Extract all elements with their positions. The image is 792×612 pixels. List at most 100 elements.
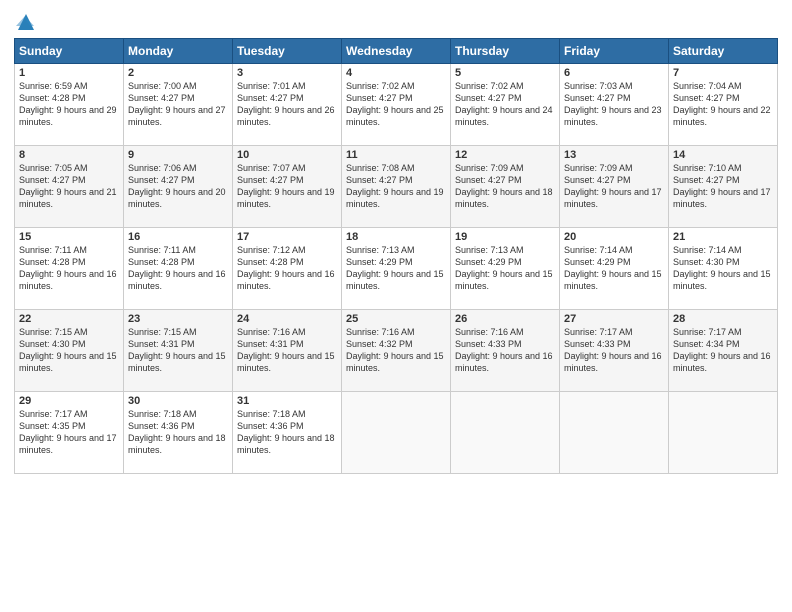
cell-info: Sunrise: 7:12 AMSunset: 4:28 PMDaylight:… — [237, 245, 335, 291]
calendar-header-friday: Friday — [560, 39, 669, 64]
cell-info: Sunrise: 7:11 AMSunset: 4:28 PMDaylight:… — [19, 245, 117, 291]
cell-info: Sunrise: 7:11 AMSunset: 4:28 PMDaylight:… — [128, 245, 226, 291]
day-number: 14 — [673, 149, 773, 161]
calendar-header-thursday: Thursday — [451, 39, 560, 64]
calendar-week-4: 22 Sunrise: 7:15 AMSunset: 4:30 PMDaylig… — [15, 310, 778, 392]
calendar-header-tuesday: Tuesday — [233, 39, 342, 64]
day-number: 7 — [673, 67, 773, 79]
cell-info: Sunrise: 7:15 AMSunset: 4:30 PMDaylight:… — [19, 327, 117, 373]
calendar-cell: 2 Sunrise: 7:00 AMSunset: 4:27 PMDayligh… — [124, 64, 233, 146]
calendar-cell: 7 Sunrise: 7:04 AMSunset: 4:27 PMDayligh… — [669, 64, 778, 146]
cell-info: Sunrise: 7:15 AMSunset: 4:31 PMDaylight:… — [128, 327, 226, 373]
day-number: 16 — [128, 231, 228, 243]
day-number: 8 — [19, 149, 119, 161]
day-number: 6 — [564, 67, 664, 79]
calendar-cell: 27 Sunrise: 7:17 AMSunset: 4:33 PMDaylig… — [560, 310, 669, 392]
day-number: 1 — [19, 67, 119, 79]
calendar-cell: 10 Sunrise: 7:07 AMSunset: 4:27 PMDaylig… — [233, 146, 342, 228]
calendar-cell: 30 Sunrise: 7:18 AMSunset: 4:36 PMDaylig… — [124, 392, 233, 474]
calendar-cell: 15 Sunrise: 7:11 AMSunset: 4:28 PMDaylig… — [15, 228, 124, 310]
cell-info: Sunrise: 7:02 AMSunset: 4:27 PMDaylight:… — [346, 81, 444, 127]
calendar-cell: 31 Sunrise: 7:18 AMSunset: 4:36 PMDaylig… — [233, 392, 342, 474]
day-number: 29 — [19, 395, 119, 407]
day-number: 11 — [346, 149, 446, 161]
day-number: 17 — [237, 231, 337, 243]
cell-info: Sunrise: 7:17 AMSunset: 4:34 PMDaylight:… — [673, 327, 771, 373]
calendar-cell: 16 Sunrise: 7:11 AMSunset: 4:28 PMDaylig… — [124, 228, 233, 310]
cell-info: Sunrise: 7:16 AMSunset: 4:33 PMDaylight:… — [455, 327, 553, 373]
calendar-cell: 18 Sunrise: 7:13 AMSunset: 4:29 PMDaylig… — [342, 228, 451, 310]
cell-info: Sunrise: 7:09 AMSunset: 4:27 PMDaylight:… — [455, 163, 553, 209]
calendar-header-monday: Monday — [124, 39, 233, 64]
cell-info: Sunrise: 7:17 AMSunset: 4:35 PMDaylight:… — [19, 409, 117, 455]
calendar-cell: 21 Sunrise: 7:14 AMSunset: 4:30 PMDaylig… — [669, 228, 778, 310]
cell-info: Sunrise: 7:16 AMSunset: 4:32 PMDaylight:… — [346, 327, 444, 373]
day-number: 12 — [455, 149, 555, 161]
day-number: 18 — [346, 231, 446, 243]
calendar-cell: 11 Sunrise: 7:08 AMSunset: 4:27 PMDaylig… — [342, 146, 451, 228]
calendar-cell: 14 Sunrise: 7:10 AMSunset: 4:27 PMDaylig… — [669, 146, 778, 228]
cell-info: Sunrise: 7:14 AMSunset: 4:29 PMDaylight:… — [564, 245, 662, 291]
cell-info: Sunrise: 7:03 AMSunset: 4:27 PMDaylight:… — [564, 81, 662, 127]
calendar-cell — [451, 392, 560, 474]
calendar-week-3: 15 Sunrise: 7:11 AMSunset: 4:28 PMDaylig… — [15, 228, 778, 310]
day-number: 4 — [346, 67, 446, 79]
cell-info: Sunrise: 7:16 AMSunset: 4:31 PMDaylight:… — [237, 327, 335, 373]
calendar-cell: 26 Sunrise: 7:16 AMSunset: 4:33 PMDaylig… — [451, 310, 560, 392]
day-number: 13 — [564, 149, 664, 161]
cell-info: Sunrise: 6:59 AMSunset: 4:28 PMDaylight:… — [19, 81, 117, 127]
logo-icon — [16, 12, 34, 32]
calendar-cell: 12 Sunrise: 7:09 AMSunset: 4:27 PMDaylig… — [451, 146, 560, 228]
day-number: 27 — [564, 313, 664, 325]
calendar-cell — [342, 392, 451, 474]
day-number: 15 — [19, 231, 119, 243]
day-number: 5 — [455, 67, 555, 79]
cell-info: Sunrise: 7:14 AMSunset: 4:30 PMDaylight:… — [673, 245, 771, 291]
cell-info: Sunrise: 7:18 AMSunset: 4:36 PMDaylight:… — [128, 409, 226, 455]
calendar-cell: 3 Sunrise: 7:01 AMSunset: 4:27 PMDayligh… — [233, 64, 342, 146]
calendar-cell: 20 Sunrise: 7:14 AMSunset: 4:29 PMDaylig… — [560, 228, 669, 310]
day-number: 20 — [564, 231, 664, 243]
cell-info: Sunrise: 7:08 AMSunset: 4:27 PMDaylight:… — [346, 163, 444, 209]
calendar-header-sunday: Sunday — [15, 39, 124, 64]
calendar-cell: 19 Sunrise: 7:13 AMSunset: 4:29 PMDaylig… — [451, 228, 560, 310]
logo — [14, 14, 34, 32]
cell-info: Sunrise: 7:13 AMSunset: 4:29 PMDaylight:… — [455, 245, 553, 291]
calendar-cell: 4 Sunrise: 7:02 AMSunset: 4:27 PMDayligh… — [342, 64, 451, 146]
page: SundayMondayTuesdayWednesdayThursdayFrid… — [0, 0, 792, 612]
cell-info: Sunrise: 7:00 AMSunset: 4:27 PMDaylight:… — [128, 81, 226, 127]
day-number: 26 — [455, 313, 555, 325]
day-number: 24 — [237, 313, 337, 325]
cell-info: Sunrise: 7:07 AMSunset: 4:27 PMDaylight:… — [237, 163, 335, 209]
calendar-header-row: SundayMondayTuesdayWednesdayThursdayFrid… — [15, 39, 778, 64]
calendar-cell — [669, 392, 778, 474]
calendar-cell: 25 Sunrise: 7:16 AMSunset: 4:32 PMDaylig… — [342, 310, 451, 392]
calendar-cell: 28 Sunrise: 7:17 AMSunset: 4:34 PMDaylig… — [669, 310, 778, 392]
calendar-cell: 8 Sunrise: 7:05 AMSunset: 4:27 PMDayligh… — [15, 146, 124, 228]
calendar-cell: 22 Sunrise: 7:15 AMSunset: 4:30 PMDaylig… — [15, 310, 124, 392]
day-number: 25 — [346, 313, 446, 325]
calendar-cell: 5 Sunrise: 7:02 AMSunset: 4:27 PMDayligh… — [451, 64, 560, 146]
day-number: 9 — [128, 149, 228, 161]
cell-info: Sunrise: 7:06 AMSunset: 4:27 PMDaylight:… — [128, 163, 226, 209]
calendar-header-wednesday: Wednesday — [342, 39, 451, 64]
day-number: 21 — [673, 231, 773, 243]
cell-info: Sunrise: 7:01 AMSunset: 4:27 PMDaylight:… — [237, 81, 335, 127]
day-number: 28 — [673, 313, 773, 325]
cell-info: Sunrise: 7:02 AMSunset: 4:27 PMDaylight:… — [455, 81, 553, 127]
calendar: SundayMondayTuesdayWednesdayThursdayFrid… — [14, 38, 778, 474]
day-number: 10 — [237, 149, 337, 161]
calendar-week-1: 1 Sunrise: 6:59 AMSunset: 4:28 PMDayligh… — [15, 64, 778, 146]
calendar-cell — [560, 392, 669, 474]
calendar-header-saturday: Saturday — [669, 39, 778, 64]
cell-info: Sunrise: 7:05 AMSunset: 4:27 PMDaylight:… — [19, 163, 117, 209]
cell-info: Sunrise: 7:04 AMSunset: 4:27 PMDaylight:… — [673, 81, 771, 127]
cell-info: Sunrise: 7:09 AMSunset: 4:27 PMDaylight:… — [564, 163, 662, 209]
cell-info: Sunrise: 7:13 AMSunset: 4:29 PMDaylight:… — [346, 245, 444, 291]
day-number: 22 — [19, 313, 119, 325]
day-number: 31 — [237, 395, 337, 407]
calendar-week-5: 29 Sunrise: 7:17 AMSunset: 4:35 PMDaylig… — [15, 392, 778, 474]
day-number: 30 — [128, 395, 228, 407]
calendar-cell: 1 Sunrise: 6:59 AMSunset: 4:28 PMDayligh… — [15, 64, 124, 146]
calendar-week-2: 8 Sunrise: 7:05 AMSunset: 4:27 PMDayligh… — [15, 146, 778, 228]
